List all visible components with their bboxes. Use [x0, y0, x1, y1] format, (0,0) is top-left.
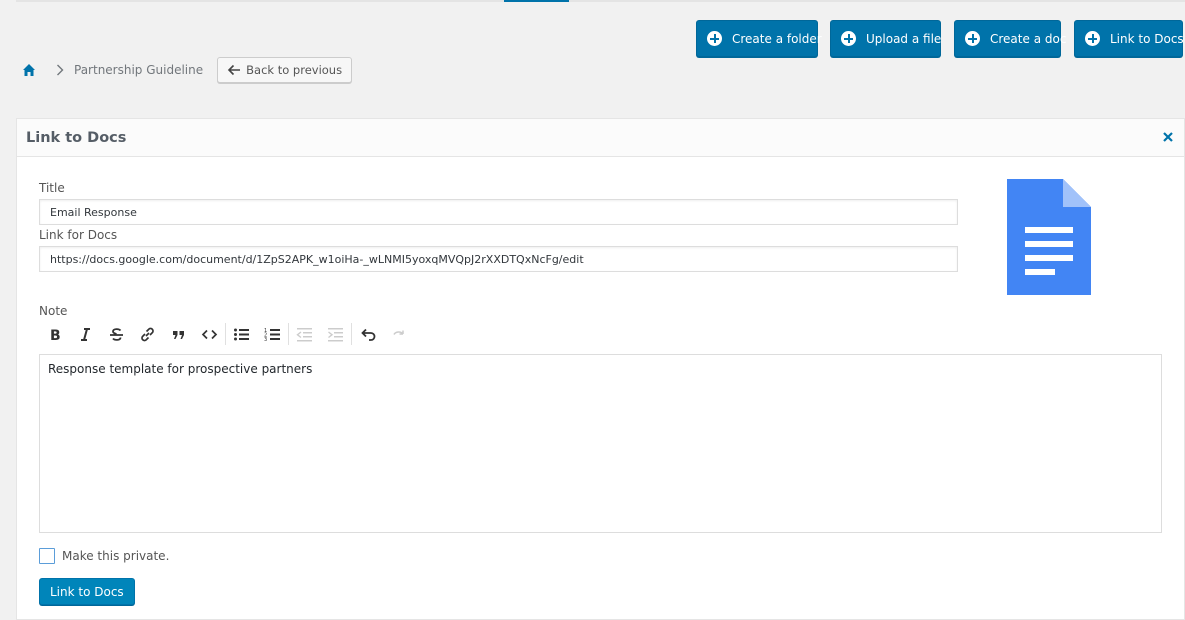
- strikethrough-button[interactable]: [101, 319, 132, 349]
- breadcrumb-current: Partnership Guideline: [74, 63, 204, 77]
- plus-circle-icon: [841, 31, 856, 46]
- note-field-label: Note: [39, 304, 68, 318]
- outdent-button[interactable]: [289, 319, 320, 349]
- submit-label: Link to Docs: [50, 584, 124, 599]
- plus-circle-icon: [1085, 31, 1100, 46]
- title-input[interactable]: [39, 199, 958, 225]
- plus-circle-icon: [707, 31, 722, 46]
- private-checkbox[interactable]: [39, 548, 55, 564]
- upload-file-button[interactable]: Upload a file: [830, 20, 941, 57]
- close-icon[interactable]: [1162, 131, 1174, 143]
- note-editor[interactable]: Response template for prospective partne…: [39, 354, 1162, 533]
- active-tab-indicator: [504, 0, 569, 2]
- strikethrough-icon: [110, 327, 123, 341]
- link-button[interactable]: [132, 319, 163, 349]
- editor-toolbar: B 1 2 3: [39, 319, 414, 349]
- note-text: Response template for prospective partne…: [48, 362, 313, 376]
- chevron-right-icon: [57, 64, 64, 76]
- undo-button[interactable]: [352, 319, 383, 349]
- bullet-list-button[interactable]: [226, 319, 257, 349]
- top-tab-strip: [16, 0, 1185, 2]
- link-input[interactable]: [39, 246, 958, 272]
- svg-text:B: B: [50, 328, 61, 343]
- bold-button[interactable]: B: [39, 319, 70, 349]
- bullet-list-icon: [234, 328, 249, 340]
- create-doc-button[interactable]: Create a doc: [954, 20, 1066, 57]
- indent-button[interactable]: [320, 319, 351, 349]
- numbered-list-icon: 1 2 3: [264, 328, 280, 343]
- code-button[interactable]: [194, 319, 225, 349]
- undo-icon: [361, 328, 376, 341]
- code-icon: [201, 329, 218, 339]
- redo-button[interactable]: [383, 319, 414, 349]
- plus-circle-icon: [965, 31, 980, 46]
- home-icon[interactable]: [22, 63, 36, 77]
- svg-text:3: 3: [264, 337, 267, 343]
- private-label: Make this private.: [62, 549, 170, 563]
- back-button[interactable]: Back to previous: [217, 57, 353, 83]
- panel-header: Link to Docs: [17, 119, 1184, 157]
- google-doc-icon: [1007, 179, 1091, 295]
- redo-icon: [393, 330, 404, 335]
- quote-icon: [173, 330, 184, 339]
- create-doc-label: Create a doc: [990, 31, 1067, 46]
- italic-button[interactable]: [70, 319, 101, 349]
- link-to-docs-label: Link to Docs: [1110, 31, 1184, 46]
- link-field-label: Link for Docs: [39, 228, 118, 242]
- link-icon: [141, 327, 154, 341]
- outdent-icon: [296, 327, 312, 341]
- blockquote-button[interactable]: [163, 319, 194, 349]
- create-folder-button[interactable]: Create a folder: [696, 20, 822, 57]
- bold-icon: B: [50, 328, 61, 343]
- italic-icon: [81, 327, 90, 341]
- title-field-label: Title: [39, 181, 65, 195]
- indent-icon: [328, 327, 343, 341]
- numbered-list-button[interactable]: 1 2 3: [257, 319, 288, 349]
- arrow-left-icon: [228, 64, 241, 76]
- panel-title: Link to Docs: [26, 129, 127, 146]
- breadcrumb: Partnership Guideline Back to previous: [22, 57, 353, 83]
- private-option: Make this private.: [39, 548, 169, 564]
- link-to-docs-submit-button[interactable]: Link to Docs: [39, 578, 135, 605]
- upload-file-label: Upload a file: [866, 31, 942, 46]
- create-folder-label: Create a folder: [732, 31, 822, 46]
- back-button-label: Back to previous: [246, 63, 343, 77]
- link-docs-panel: Link to Docs Title Link for Docs Note B: [16, 118, 1185, 620]
- link-to-docs-button[interactable]: Link to Docs: [1074, 20, 1184, 57]
